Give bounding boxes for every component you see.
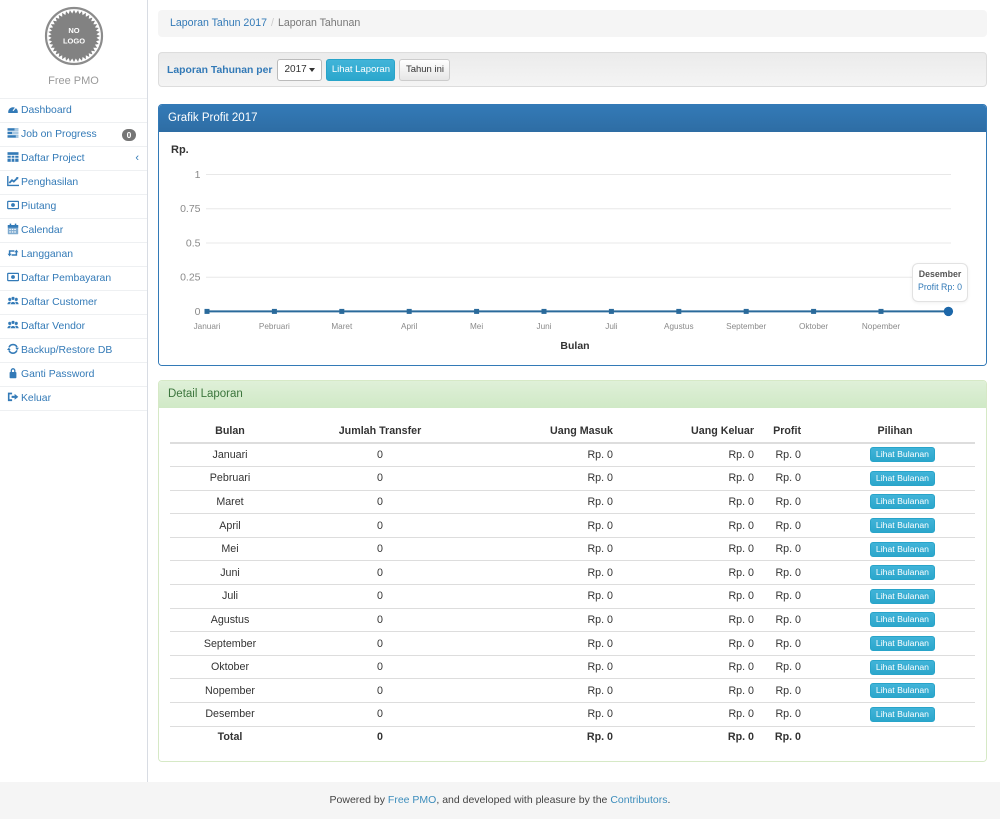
svg-text:Maret: Maret xyxy=(331,322,353,331)
svg-text:Oktober: Oktober xyxy=(799,322,828,331)
svg-text:1: 1 xyxy=(195,169,201,181)
svg-text:Juni: Juni xyxy=(536,322,551,331)
svg-text:LOGO: LOGO xyxy=(62,37,84,46)
svg-text:Januari: Januari xyxy=(194,322,221,331)
svg-text:Rp.: Rp. xyxy=(171,144,189,156)
svg-text:Nopember: Nopember xyxy=(862,322,901,331)
svg-text:Bulan: Bulan xyxy=(560,340,589,352)
svg-text:0.25: 0.25 xyxy=(180,272,201,284)
svg-text:0.5: 0.5 xyxy=(186,238,201,250)
svg-text:NO: NO xyxy=(68,26,79,35)
svg-text:September: September xyxy=(726,322,766,331)
svg-text:Pebruari: Pebruari xyxy=(259,322,290,331)
svg-text:April: April xyxy=(401,322,418,331)
svg-text:0.75: 0.75 xyxy=(180,203,201,215)
svg-text:Mei: Mei xyxy=(470,322,483,331)
svg-text:0: 0 xyxy=(195,306,201,318)
svg-text:Agustus: Agustus xyxy=(664,322,694,331)
svg-text:Juli: Juli xyxy=(605,322,617,331)
